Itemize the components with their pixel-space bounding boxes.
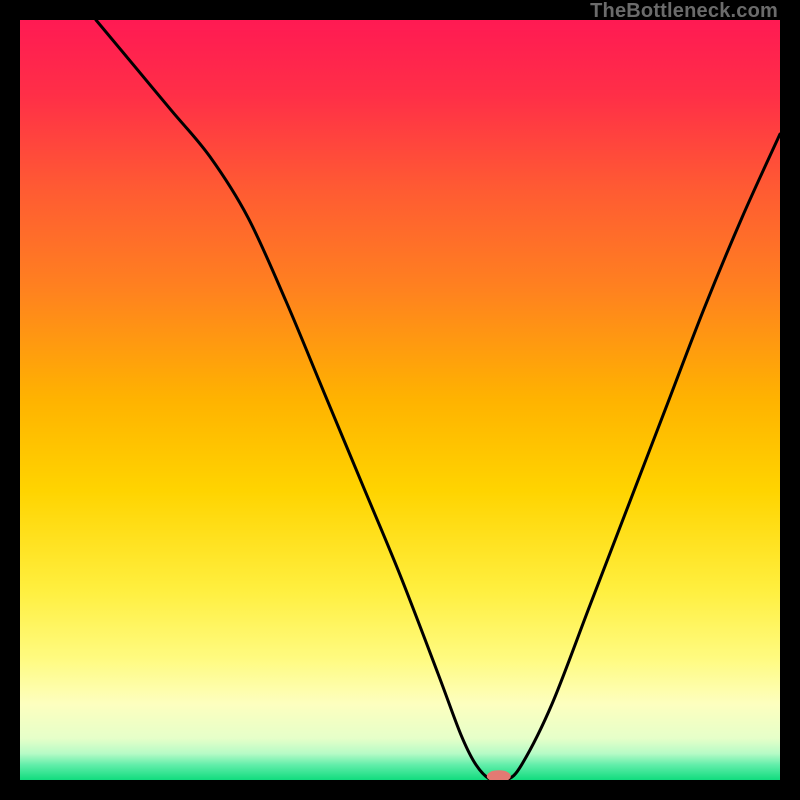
chart-frame: TheBottleneck.com: [0, 0, 800, 800]
gradient-background: [20, 20, 780, 780]
chart-svg: [20, 20, 780, 780]
plot-area: [20, 20, 780, 780]
